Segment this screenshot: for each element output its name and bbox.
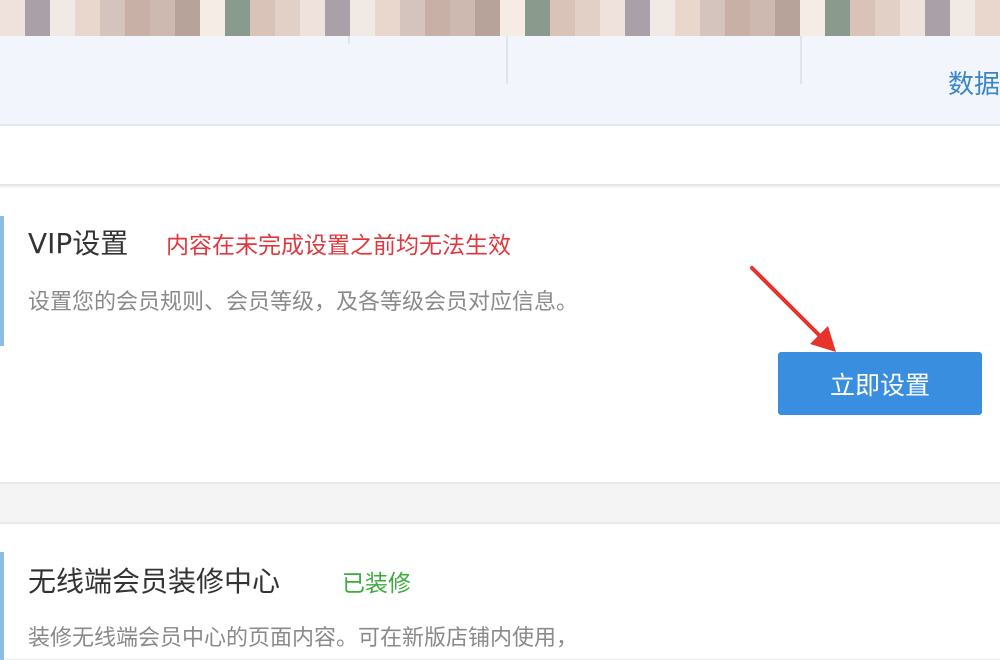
obscured-pixel-block bbox=[700, 0, 725, 36]
obscured-pixel-block bbox=[500, 0, 525, 36]
obscured-pixel-block bbox=[0, 0, 25, 36]
obscured-pixel-block bbox=[300, 0, 325, 36]
obscured-pixel-block bbox=[525, 0, 550, 36]
obscured-pixel-block bbox=[975, 0, 1000, 36]
obscured-pixel-block bbox=[650, 0, 675, 36]
setup-now-button[interactable]: 立即设置 bbox=[778, 352, 982, 415]
obscured-pixel-block bbox=[625, 0, 650, 36]
obscured-pixel-block bbox=[575, 0, 600, 36]
obscured-pixel-block bbox=[200, 0, 225, 36]
obscured-pixel-block bbox=[125, 0, 150, 36]
obscured-pixel-block bbox=[750, 0, 775, 36]
obscured-pixel-block bbox=[250, 0, 275, 36]
obscured-pixel-block bbox=[775, 0, 800, 36]
obscured-pixel-block bbox=[350, 0, 375, 36]
obscured-pixel-block bbox=[100, 0, 125, 36]
vip-settings-title: VIP设置 bbox=[28, 227, 129, 260]
mobile-member-center-status: 已装修 bbox=[342, 571, 411, 597]
obscured-pixel-block bbox=[550, 0, 575, 36]
obscured-banner bbox=[0, 0, 1000, 36]
header-band: 数据 bbox=[0, 36, 1000, 126]
obscured-pixel-block bbox=[925, 0, 950, 36]
obscured-pixel-block bbox=[475, 0, 500, 36]
data-link[interactable]: 数据 bbox=[948, 64, 1000, 101]
obscured-pixel-block bbox=[875, 0, 900, 36]
obscured-pixel-block bbox=[725, 0, 750, 36]
obscured-pixel-block bbox=[850, 0, 875, 36]
obscured-pixel-block bbox=[400, 0, 425, 36]
obscured-pixel-block bbox=[25, 0, 50, 36]
obscured-pixel-block bbox=[800, 0, 825, 36]
obscured-pixel-block bbox=[375, 0, 400, 36]
obscured-pixel-block bbox=[325, 0, 350, 36]
obscured-pixel-block bbox=[175, 0, 200, 36]
card-accent-bar bbox=[0, 552, 4, 660]
vip-settings-card: VIP设置 内容在未完成设置之前均无法生效 设置您的会员规则、会员等级，及各等级… bbox=[0, 188, 1000, 484]
obscured-pixel-block bbox=[825, 0, 850, 36]
obscured-pixel-block bbox=[225, 0, 250, 36]
obscured-pixel-block bbox=[275, 0, 300, 36]
mobile-member-center-title: 无线端会员装修中心 bbox=[28, 565, 281, 598]
obscured-pixel-block bbox=[425, 0, 450, 36]
obscured-pixel-block bbox=[75, 0, 100, 36]
obscured-pixel-block bbox=[50, 0, 75, 36]
vip-settings-status: 内容在未完成设置之前均无法生效 bbox=[166, 233, 511, 259]
obscured-pixel-block bbox=[675, 0, 700, 36]
header-divider bbox=[800, 36, 802, 84]
header-divider bbox=[506, 36, 508, 84]
obscured-pixel-block bbox=[600, 0, 625, 36]
obscured-pixel-block bbox=[900, 0, 925, 36]
mobile-member-center-card: 无线端会员装修中心 已装修 装修无线端会员中心的页面内容。可在新版店铺内使用， bbox=[0, 522, 1000, 660]
mobile-member-center-description: 装修无线端会员中心的页面内容。可在新版店铺内使用， bbox=[28, 626, 579, 651]
header-divider bbox=[348, 36, 350, 44]
obscured-pixel-block bbox=[950, 0, 975, 36]
section-spacer bbox=[0, 126, 1000, 186]
vip-settings-description: 设置您的会员规则、会员等级，及各等级会员对应信息。 bbox=[28, 290, 579, 315]
card-accent-bar bbox=[0, 216, 4, 346]
obscured-pixel-block bbox=[450, 0, 475, 36]
obscured-pixel-block bbox=[150, 0, 175, 36]
